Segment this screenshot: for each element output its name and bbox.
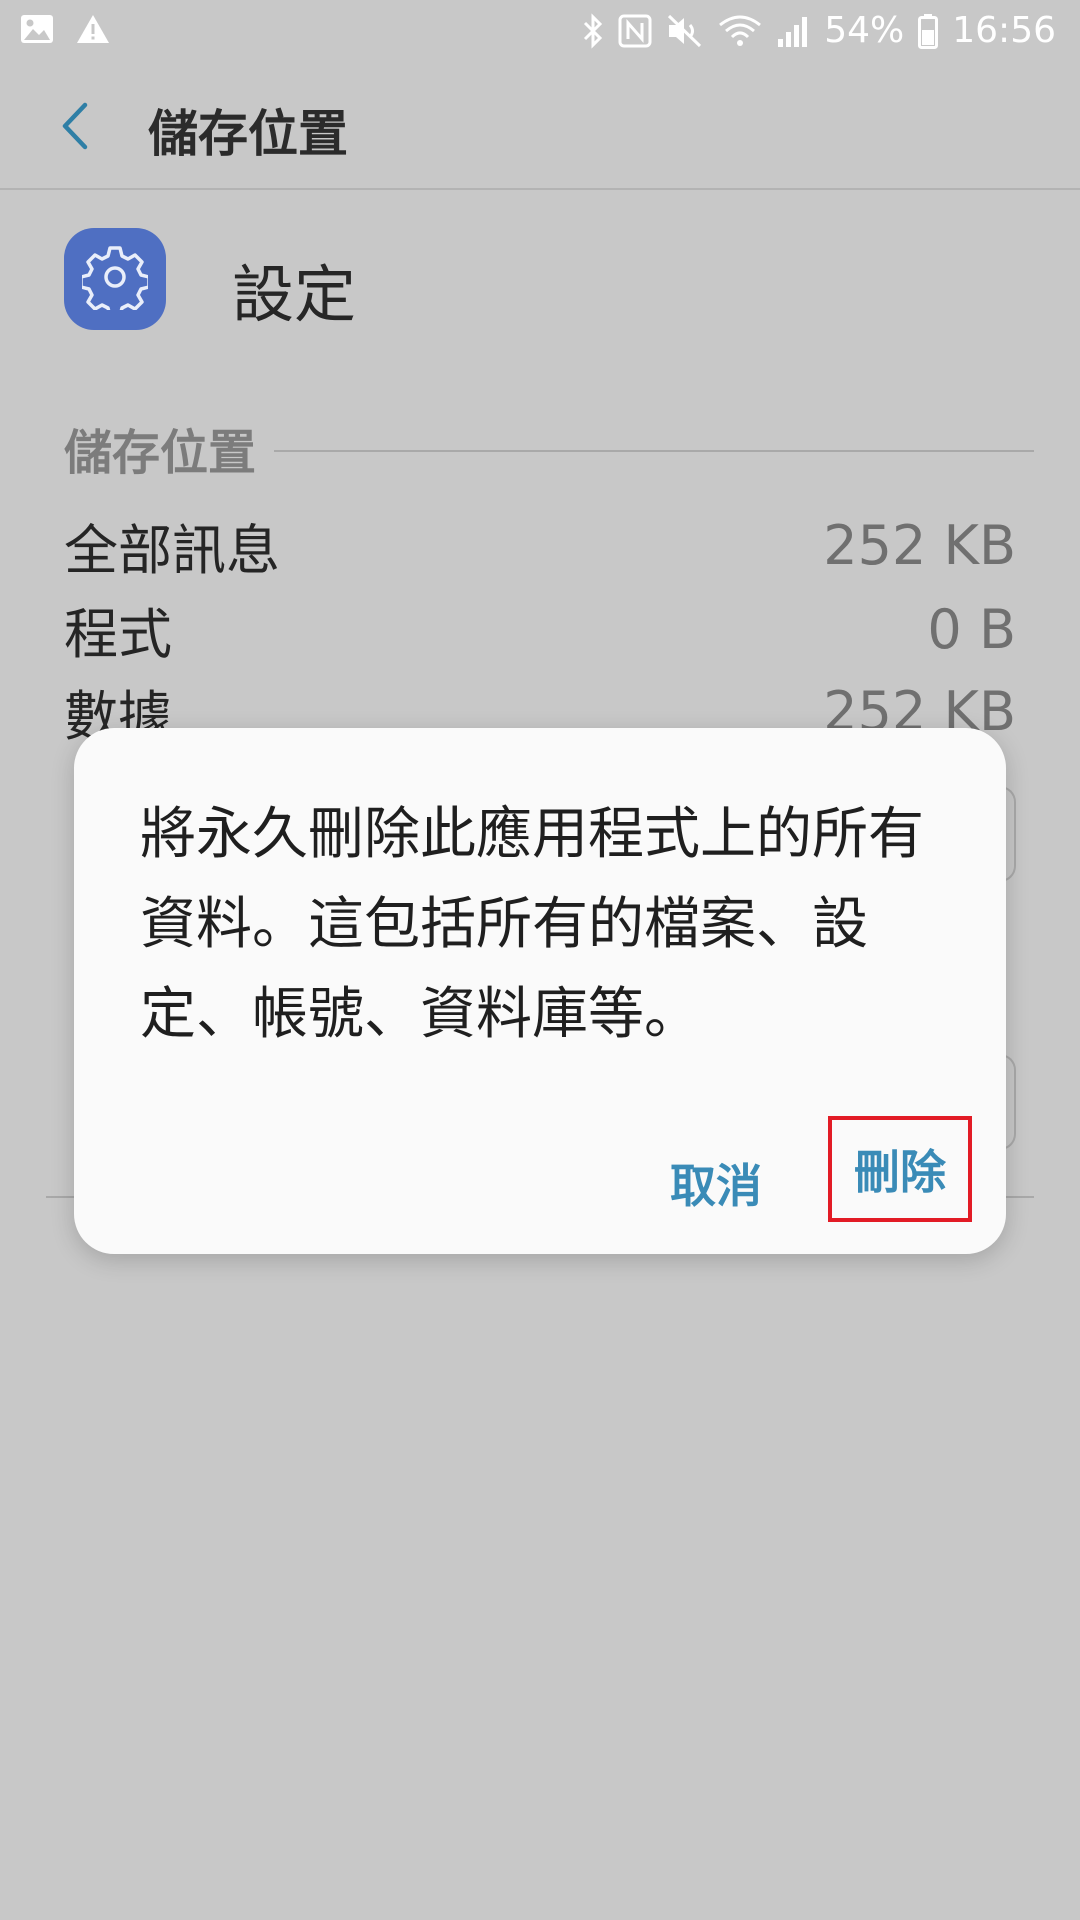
battery-percent: 54% [824,10,905,51]
app-name: 設定 [232,258,357,331]
delete-button[interactable]: 刪除 [828,1116,972,1222]
clock: 16:56 [952,10,1056,51]
delete-confirmation-dialog: 將永久刪除此應用程式上的所有資料。這包括所有的檔案、設定、帳號、資料庫等。 取消… [74,728,1006,1254]
cancel-button[interactable]: 取消 [646,1138,786,1228]
gear-icon [79,244,151,318]
system-status-icons: 54% 16:56 [582,10,1056,51]
row-value: 0 B [927,598,1016,661]
back-arrow-icon [57,101,91,155]
section-title: 儲存位置 [64,425,257,481]
status-bar: 54% 16:56 [0,0,1080,64]
row-label: 全部訊息 [64,519,280,582]
storage-section-header: 儲存位置 [64,416,1034,481]
section-divider [274,450,1034,452]
image-notification-icon [20,14,54,44]
row-label: 程式 [64,603,172,666]
screen: 54% 16:56 儲存位置 設定 儲存位置 全部訊息 252 KB 程式 0 … [0,0,1080,1920]
signal-icon [776,13,810,49]
nfc-icon [618,13,652,49]
notification-icons [20,14,110,44]
storage-row-total: 全部訊息 252 KB [64,506,1016,585]
back-button[interactable] [46,100,102,156]
storage-row-app: 程式 0 B [64,590,1016,669]
battery-icon [918,13,939,49]
row-value: 252 KB [823,514,1016,577]
bluetooth-icon [582,12,604,49]
page-title: 儲存位置 [148,105,348,163]
dialog-message: 將永久刪除此應用程式上的所有資料。這包括所有的檔案、設定、帳號、資料庫等。 [140,802,924,1047]
mute-icon [666,13,704,49]
wifi-icon [718,13,762,49]
settings-app-icon [64,228,166,330]
app-bar: 儲存位置 [0,64,1080,190]
warning-icon [76,14,110,44]
